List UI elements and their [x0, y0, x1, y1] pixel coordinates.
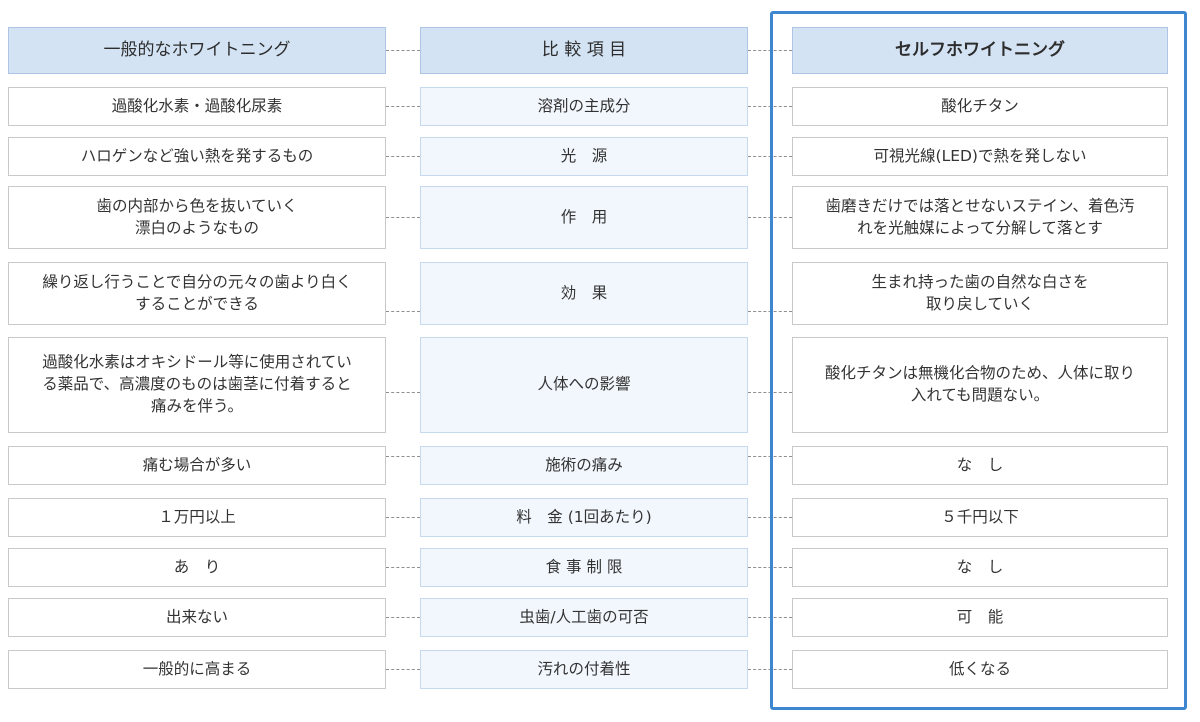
connector	[386, 217, 420, 218]
middle-cell-effect: 効 果	[420, 262, 748, 325]
header-general-whitening: 一般的なホワイトニング	[8, 27, 386, 74]
middle-cell-diet: 食 事 制 限	[420, 548, 748, 587]
left-cell-diet: あ り	[8, 548, 386, 587]
left-cell-solvent: 過酸化水素・過酸化尿素	[8, 87, 386, 126]
left-cell-stain: 一般的に高まる	[8, 650, 386, 689]
connector	[386, 617, 420, 618]
left-cell-price: １万円以上	[8, 498, 386, 537]
left-cell-pain: 痛む場合が多い	[8, 446, 386, 485]
left-cell-body-impact: 過酸化水素はオキシドール等に使用されてい る薬品で、高濃度のものは歯茎に付着する…	[8, 337, 386, 433]
connector	[386, 50, 420, 51]
connector	[386, 567, 420, 568]
connector	[386, 456, 420, 457]
connector	[386, 517, 420, 518]
left-cell-action: 歯の内部から色を抜いていく 漂白のようなもの	[8, 186, 386, 249]
middle-cell-price: 料 金 (1回あたり)	[420, 498, 748, 537]
connector	[386, 311, 420, 312]
middle-cell-pain: 施術の痛み	[420, 446, 748, 485]
connector	[386, 392, 420, 393]
connector	[386, 669, 420, 670]
left-cell-effect: 繰り返し行うことで自分の元々の歯より白く することができる	[8, 262, 386, 325]
middle-cell-light-source: 光 源	[420, 137, 748, 176]
left-cell-cavity: 出来ない	[8, 598, 386, 637]
left-cell-light-source: ハロゲンなど強い熱を発するもの	[8, 137, 386, 176]
middle-cell-action: 作 用	[420, 186, 748, 249]
self-whitening-highlight-frame	[770, 11, 1187, 710]
middle-cell-solvent: 溶剤の主成分	[420, 87, 748, 126]
middle-cell-stain: 汚れの付着性	[420, 650, 748, 689]
middle-cell-cavity: 虫歯/人工歯の可否	[420, 598, 748, 637]
connector	[386, 106, 420, 107]
middle-cell-body-impact: 人体への影響	[420, 337, 748, 433]
header-comparison-item: 比 較 項 目	[420, 27, 748, 74]
connector	[386, 156, 420, 157]
comparison-chart: 一般的なホワイトニング 比 較 項 目 セルフホワイトニング 過酸化水素・過酸化…	[0, 0, 1200, 722]
